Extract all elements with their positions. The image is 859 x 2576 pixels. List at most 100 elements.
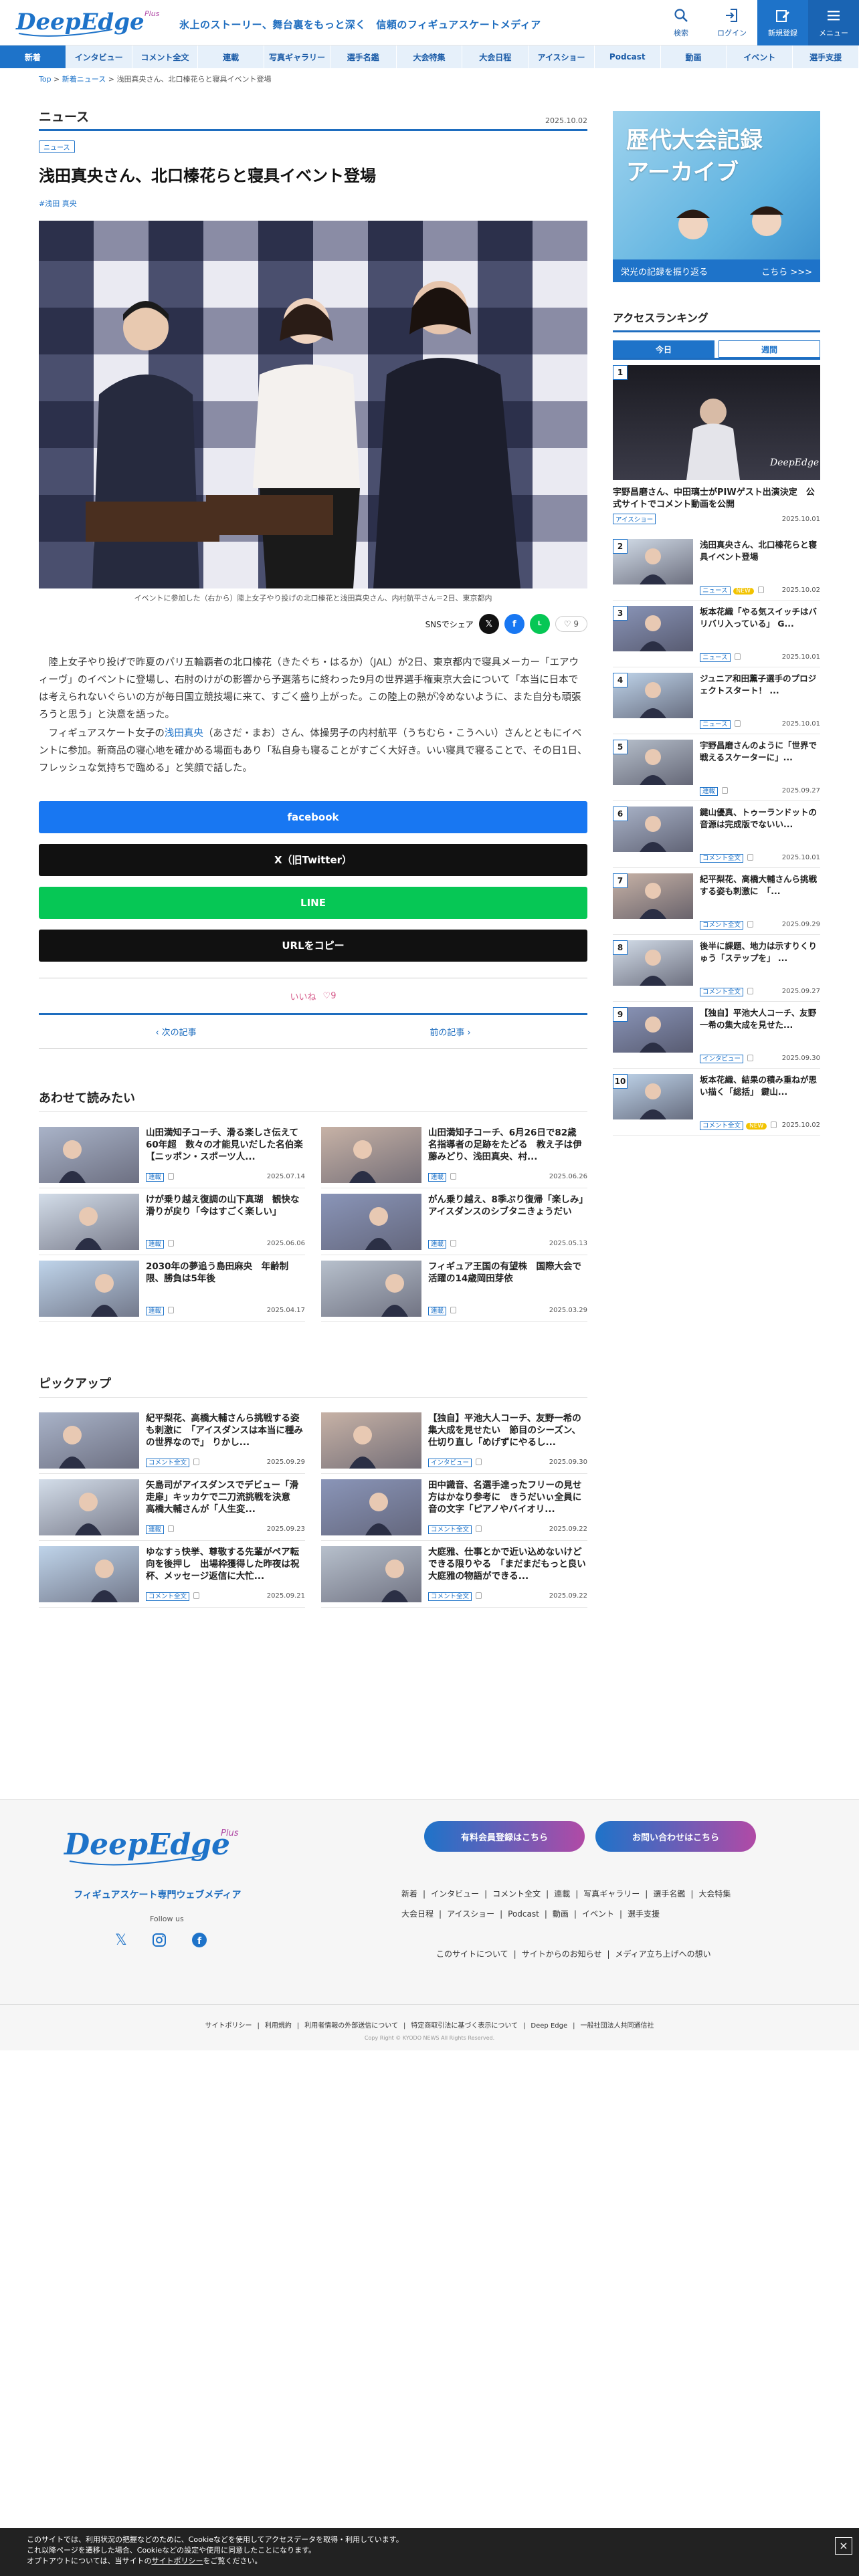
ranking-item[interactable]: 5 宇野昌磨さんのように「世界で戦えるスケーターに」... 連載 2025.09.27 xyxy=(613,734,820,801)
footer-link[interactable]: 新着 xyxy=(401,1889,417,1899)
pickup-card[interactable]: 田中識音、名選手達ったフリーの見せ方はかなり参考に きうだいぃ全員に音の文字「ピ… xyxy=(321,1475,587,1541)
member-signup-button[interactable]: 有料会員登録はこちら xyxy=(424,1821,585,1852)
tab-today[interactable]: 今日 xyxy=(613,340,714,358)
skater-link[interactable]: 浅田真央 xyxy=(165,728,203,739)
footer-logo[interactable]: DeepEdge Plus xyxy=(60,1820,241,1873)
pickup-card[interactable]: ゆなすぅ快挙、尊敬する先輩がペア転向を後押し 出場枠獲得した昨夜は祝杯、メッセー… xyxy=(39,1542,305,1608)
site-policy-link[interactable]: サイトポリシー xyxy=(151,2557,203,2565)
nav-item-podcast[interactable]: Podcast xyxy=(595,45,661,68)
pickup-card[interactable]: 紀平梨花、高橋大輔さんら挑戦する姿も刺激に 「アイスダンスは本当に種みの世界なの… xyxy=(39,1408,305,1474)
related-card[interactable]: 山田満知子コーチ、6月26日で82歳 名指導者の足跡をたどる 教え子は伊藤みどり… xyxy=(321,1123,587,1188)
ranking-item[interactable]: 8 後半に課題、地力は示すりくりゅう「ステップを」 ... コメント全文 2025.0… xyxy=(613,935,820,1002)
svg-text:f: f xyxy=(197,1936,202,1947)
nav-item-event[interactable]: イベント xyxy=(727,45,793,68)
pickup-card[interactable]: 矢島司がアイスダンスでデビュー「滑走扉」キッカケで二刀流挑戦を決意 高橋大輔さん… xyxy=(39,1475,305,1541)
breadcrumb-top[interactable]: Top xyxy=(39,75,52,84)
footer-link[interactable]: 選手名鑑 xyxy=(653,1889,685,1899)
ranking-item[interactable]: 6 鍵山優真、トゥーランドットの音源は完成版でないい... コメント全文 2025.1… xyxy=(613,801,820,868)
related-card-info: フィギュア王国の有望株 国際大会で活躍の14歳岡田芽依 連載 2025.03.29 xyxy=(428,1261,587,1315)
divider: | xyxy=(513,1949,516,1959)
pickup-card[interactable]: 【独自】平池大人コーチ、友野一希の集大成を見せたい 節目のシーズン、仕切り直し「… xyxy=(321,1408,587,1474)
ranking-item[interactable]: 4 ジュニア和田薫子選手のプロジェクトスタート！ ... ニュース 2025.10.0… xyxy=(613,667,820,734)
search-button[interactable]: 検索 xyxy=(656,0,706,45)
related-card[interactable]: がん乗り越え、8季ぶり復帰「楽しみ」 アイスダンスのシブタニきょうだい 連載 202… xyxy=(321,1190,587,1255)
contact-button[interactable]: お問い合わせはこちら xyxy=(595,1821,756,1852)
related-card[interactable]: フィギュア王国の有望株 国際大会で活躍の14歳岡田芽依 連載 2025.03.29 xyxy=(321,1257,587,1322)
footer-link[interactable]: 大会特集 xyxy=(698,1889,731,1899)
pickup-card[interactable]: 大庭雅、仕事とかで近い込めないけどできる限りやる 「まだまだもっと良い大庭雅の物… xyxy=(321,1542,587,1608)
footer-link[interactable]: 特定商取引法に基づく表示について xyxy=(411,2022,518,2030)
nav-item-skaters[interactable]: 選手名鑑 xyxy=(330,45,397,68)
cookie-close-button[interactable]: × xyxy=(835,2537,852,2555)
prev-article-link[interactable]: 前の記事 › xyxy=(430,1025,470,1038)
ranking-item[interactable]: 2 浅田真央さん、北口榛花らと寝具イベント登場 ニュース NEW 2025.10.02 xyxy=(613,534,820,601)
related-card[interactable]: けが乗り越え復調の山下真瑚 観快な滑りが戻り「今はすごく楽しい」 連載 2025.0… xyxy=(39,1190,305,1255)
nav-item-support[interactable]: 選手支援 xyxy=(793,45,859,68)
rank-number: 5 xyxy=(613,740,628,754)
category-badge: コメント全文 xyxy=(700,854,744,863)
nav-item-schedule[interactable]: 大会日程 xyxy=(462,45,529,68)
ranking-info: 坂本花織「やる気スイッチはバリバリ入っている」 G... ニュース 2025.10.… xyxy=(700,606,820,662)
category-badge: 連載 xyxy=(146,1307,165,1315)
footer-link[interactable]: アイスショー xyxy=(447,1909,494,1919)
signup-button[interactable]: 新規登録 xyxy=(757,0,808,45)
divider: | xyxy=(607,1949,610,1959)
footer-link[interactable]: 利用規約 xyxy=(265,2022,292,2030)
ranking-item[interactable]: 9 【独自】平池大人コーチ、友野一希の集大成を見せた... インタビュー 2025.0… xyxy=(613,1002,820,1069)
menu-button[interactable]: メニュー xyxy=(808,0,859,45)
footer-link[interactable]: 動画 xyxy=(553,1909,569,1919)
nav-item-gallery[interactable]: 写真ギャラリー xyxy=(264,45,330,68)
footer-link[interactable]: Deep Edge xyxy=(531,2022,567,2030)
footer-link[interactable]: コメント全文 xyxy=(492,1889,541,1899)
like-row[interactable]: いいね ♡ 9 xyxy=(39,978,587,1015)
footer-link[interactable]: 一般社団法人共同通信社 xyxy=(580,2022,654,2030)
footer-instagram-link[interactable] xyxy=(151,1932,167,1951)
footer-link[interactable]: メディア立ち上げへの想い xyxy=(615,1949,711,1959)
nav-item-comment[interactable]: コメント全文 xyxy=(132,45,199,68)
category-badge: コメント全文 xyxy=(146,1592,190,1601)
lock-icon xyxy=(476,1525,482,1532)
footer-link[interactable]: 写真ギャラリー xyxy=(583,1889,640,1899)
nav-item-events-special[interactable]: 大会特集 xyxy=(397,45,463,68)
related-card[interactable]: 2030年の夢追う島田麻央 年齢制限、勝負は5年後 連載 2025.04.17 xyxy=(39,1257,305,1322)
footer-link[interactable]: サイトポリシー xyxy=(205,2022,252,2030)
ranking-item[interactable]: 7 紀平梨花、高橋大輔さんら挑戦する姿も刺激に 「... コメント全文 2025.09… xyxy=(613,868,820,935)
tab-week[interactable]: 週間 xyxy=(719,340,820,358)
ranking-item[interactable]: 3 坂本花織「やる気スイッチはバリバリ入っている」 G... ニュース 2025.10… xyxy=(613,601,820,667)
share-x-wide-button[interactable]: X（旧Twitter） xyxy=(39,844,587,876)
nav-item-video[interactable]: 動画 xyxy=(661,45,727,68)
ranking-item[interactable]: 10 坂本花織、結果の積み重ねが思い描く「総括」 鍵山... コメント全文 NEW 20… xyxy=(613,1069,820,1136)
like-counter[interactable]: ♡ 9 xyxy=(555,616,587,632)
share-line-button[interactable]: L xyxy=(529,614,550,634)
share-x-button[interactable]: 𝕏 xyxy=(478,614,499,634)
nav-item-series[interactable]: 連載 xyxy=(198,45,265,68)
footer-link[interactable]: 選手支援 xyxy=(628,1909,660,1919)
footer-link[interactable]: 連載 xyxy=(554,1889,570,1899)
site-logo[interactable]: DeepEdge Plus xyxy=(12,4,166,41)
footer-link[interactable]: Podcast xyxy=(508,1909,539,1919)
footer-x-link[interactable]: 𝕏 xyxy=(115,1932,127,1951)
next-article-link[interactable]: ‹ 次の記事 xyxy=(155,1025,196,1038)
related-card[interactable]: 山田満知子コーチ、滑る楽しさ伝えて60年超 数々の才能見いだした名伯楽 【ニッポ… xyxy=(39,1123,305,1188)
nav-item-iceshow[interactable]: アイスショー xyxy=(529,45,595,68)
share-facebook-wide-button[interactable]: facebook xyxy=(39,801,587,833)
divider: | xyxy=(423,1889,426,1899)
login-button[interactable]: ログイン xyxy=(706,0,757,45)
footer-link[interactable]: インタビュー xyxy=(431,1889,479,1899)
footer-link[interactable]: 大会日程 xyxy=(401,1909,434,1919)
nav-item-new[interactable]: 新着 xyxy=(0,45,66,68)
footer-link[interactable]: イベント xyxy=(582,1909,614,1919)
share-line-wide-button[interactable]: LINE xyxy=(39,887,587,919)
footer-link[interactable]: 利用者情報の外部送信について xyxy=(304,2022,398,2030)
archive-banner[interactable]: 歴代大会記録 アーカイブ 栄光の記録を振り返る こちら >>> xyxy=(613,111,820,282)
footer-facebook-link[interactable]: f xyxy=(191,1932,207,1951)
footer-link[interactable]: このサイトについて xyxy=(436,1949,508,1959)
article-hashtag[interactable]: #浅田 真央 xyxy=(39,198,587,209)
breadcrumb-news[interactable]: 新着ニュース xyxy=(62,75,106,84)
share-facebook-button[interactable]: f xyxy=(504,614,524,634)
article-category-tag[interactable]: ニュース xyxy=(39,140,75,153)
nav-item-interview[interactable]: インタビュー xyxy=(66,45,132,68)
footer-link[interactable]: サイトからのお知らせ xyxy=(522,1949,602,1959)
copy-url-button[interactable]: URLをコピー xyxy=(39,930,587,962)
ranking-item[interactable]: DeepEdge 1 宇野昌磨さん、中田璃士がPIWゲスト出演決定 公式サイトで… xyxy=(613,365,820,524)
